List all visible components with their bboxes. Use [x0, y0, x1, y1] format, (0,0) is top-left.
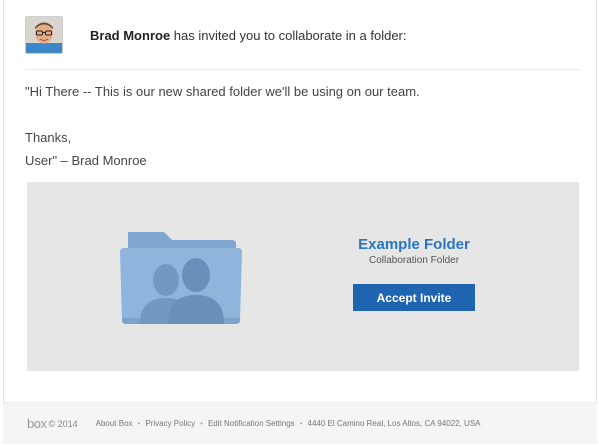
accept-invite-button[interactable]: Accept Invite — [353, 284, 475, 311]
notification-settings-link[interactable]: Edit Notification Settings — [208, 419, 295, 428]
folder-info: Example Folder Collaboration Folder Acce… — [352, 236, 476, 311]
box-logo: box — [27, 416, 47, 431]
sender-name: Brad Monroe — [90, 27, 171, 43]
message-line: Thanks, — [25, 130, 72, 145]
message-line: "Hi There -- This is our new shared fold… — [25, 84, 420, 99]
separator: • — [299, 419, 303, 428]
avatar — [25, 16, 63, 54]
address: 4440 El Camino Real, Los Altos, CA 94022… — [307, 419, 481, 428]
message-line: User" – Brad Monroe — [25, 153, 147, 168]
personal-message: "Hi There -- This is our new shared fold… — [25, 80, 580, 172]
copyright: © 2014 — [48, 418, 78, 429]
privacy-policy-link[interactable]: Privacy Policy — [145, 419, 195, 428]
email-footer: box © 2014 About Box • Privacy Policy • … — [3, 402, 597, 444]
folder-name-link[interactable]: Example Folder — [352, 236, 476, 254]
invite-message: has invited you to collaborate in a fold… — [173, 27, 407, 43]
divider — [25, 69, 580, 70]
separator: • — [137, 419, 141, 428]
folder-subtitle: Collaboration Folder — [368, 255, 460, 266]
about-box-link[interactable]: About Box — [96, 419, 133, 428]
invite-header: Brad Monroe has invited you to collabora… — [25, 14, 580, 56]
shared-folder-icon — [120, 228, 242, 326]
sender-photo — [26, 17, 62, 53]
folder-card: Example Folder Collaboration Folder Acce… — [27, 182, 579, 371]
invite-text: Brad Monroe has invited you to collabora… — [90, 28, 407, 43]
separator: • — [200, 419, 203, 428]
